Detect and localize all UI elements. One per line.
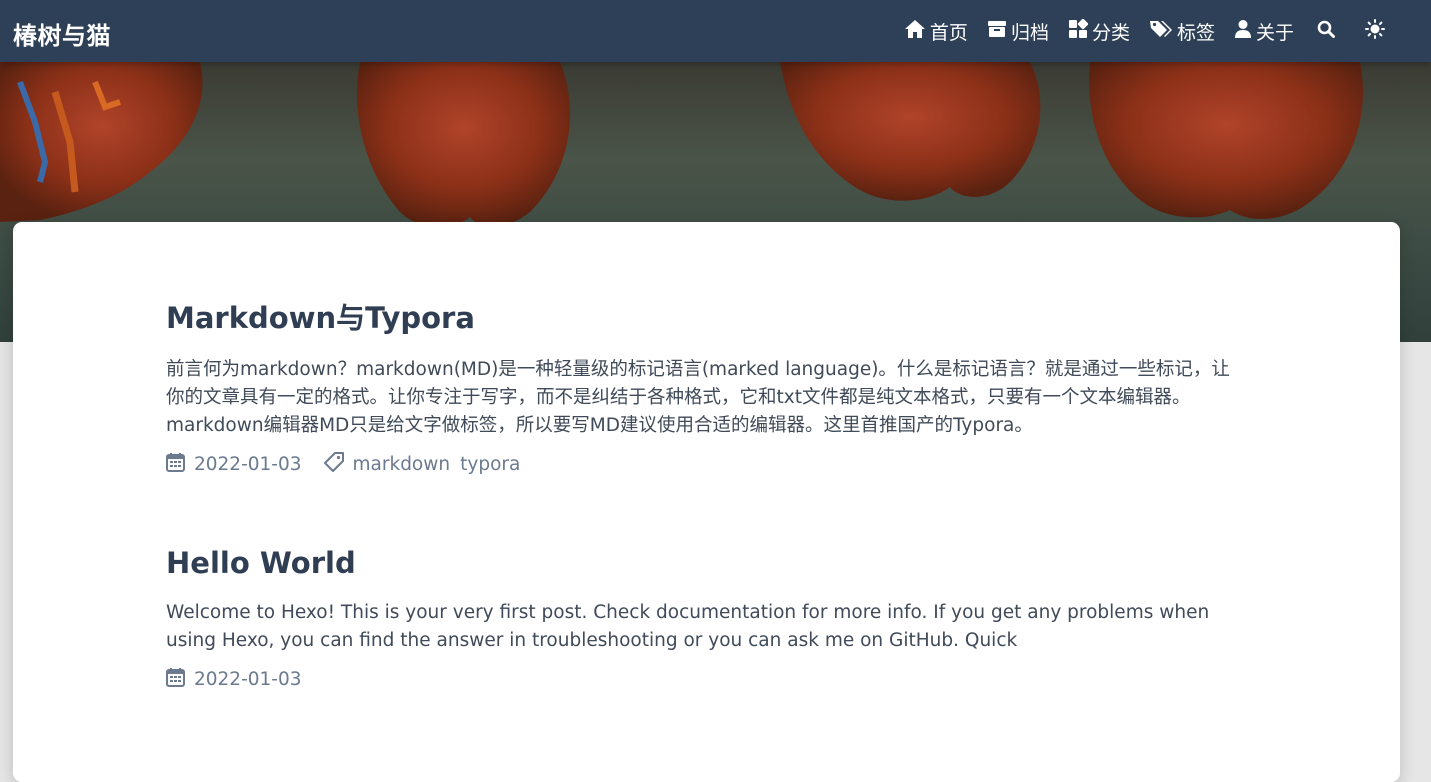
theme-toggle-button[interactable]: [1365, 18, 1389, 44]
post-title[interactable]: Hello World: [166, 546, 1236, 580]
nav-item-archive[interactable]: 归档: [987, 18, 1049, 45]
nav-item-categories[interactable]: 分类: [1068, 18, 1130, 45]
post-tags: markdown typora: [323, 452, 531, 477]
site-brand[interactable]: 椿树与猫: [13, 16, 111, 51]
sun-icon: [1365, 18, 1389, 44]
navbar: 椿树与猫 首页 归档 分类 标签 关于: [0, 0, 1431, 62]
nav-item-tags-label: 标签: [1176, 21, 1215, 44]
nav-item-tags[interactable]: 标签: [1149, 18, 1215, 45]
post-item: Markdown与Typora 前言何为markdown？markdown(MD…: [166, 295, 1236, 477]
tags-icon: [1149, 19, 1177, 44]
post-list-card: Markdown与Typora 前言何为markdown？markdown(MD…: [13, 222, 1400, 782]
tag-link[interactable]: typora: [460, 454, 520, 475]
post-meta: 2022-01-03: [166, 667, 1236, 692]
post-date-text: 2022-01-03: [194, 669, 302, 690]
post-excerpt[interactable]: 前言何为markdown？markdown(MD)是一种轻量级的标记语言(mar…: [166, 356, 1236, 440]
categories-icon: [1068, 18, 1092, 44]
post-excerpt[interactable]: Welcome to Hexo! This is your very first…: [166, 599, 1236, 655]
home-icon: [904, 19, 930, 44]
tag-link[interactable]: markdown: [353, 454, 451, 475]
search-button[interactable]: [1316, 19, 1340, 43]
nav-item-categories-label: 分类: [1091, 21, 1130, 44]
calendar-icon: [166, 452, 194, 477]
nav-item-about[interactable]: 关于: [1234, 18, 1294, 45]
calendar-icon: [166, 667, 194, 692]
nav-item-archive-label: 归档: [1010, 21, 1049, 44]
post-date-text: 2022-01-03: [194, 454, 302, 475]
search-icon: [1317, 20, 1339, 43]
post-date[interactable]: 2022-01-03: [166, 667, 302, 692]
tag-icon: [323, 452, 353, 477]
post-date[interactable]: 2022-01-03: [166, 452, 302, 477]
user-icon: [1234, 19, 1256, 44]
post-title[interactable]: Markdown与Typora: [166, 295, 1236, 337]
nav-item-about-label: 关于: [1255, 21, 1294, 44]
nav-item-home-label: 首页: [929, 21, 968, 44]
archive-icon: [987, 20, 1011, 43]
post-item: Hello World Welcome to Hexo! This is you…: [166, 546, 1236, 692]
post-meta: 2022-01-03 markdown typora: [166, 452, 1236, 477]
nav-menu: 首页 归档 分类 标签 关于: [885, 0, 1431, 62]
nav-item-home[interactable]: 首页: [904, 18, 968, 45]
